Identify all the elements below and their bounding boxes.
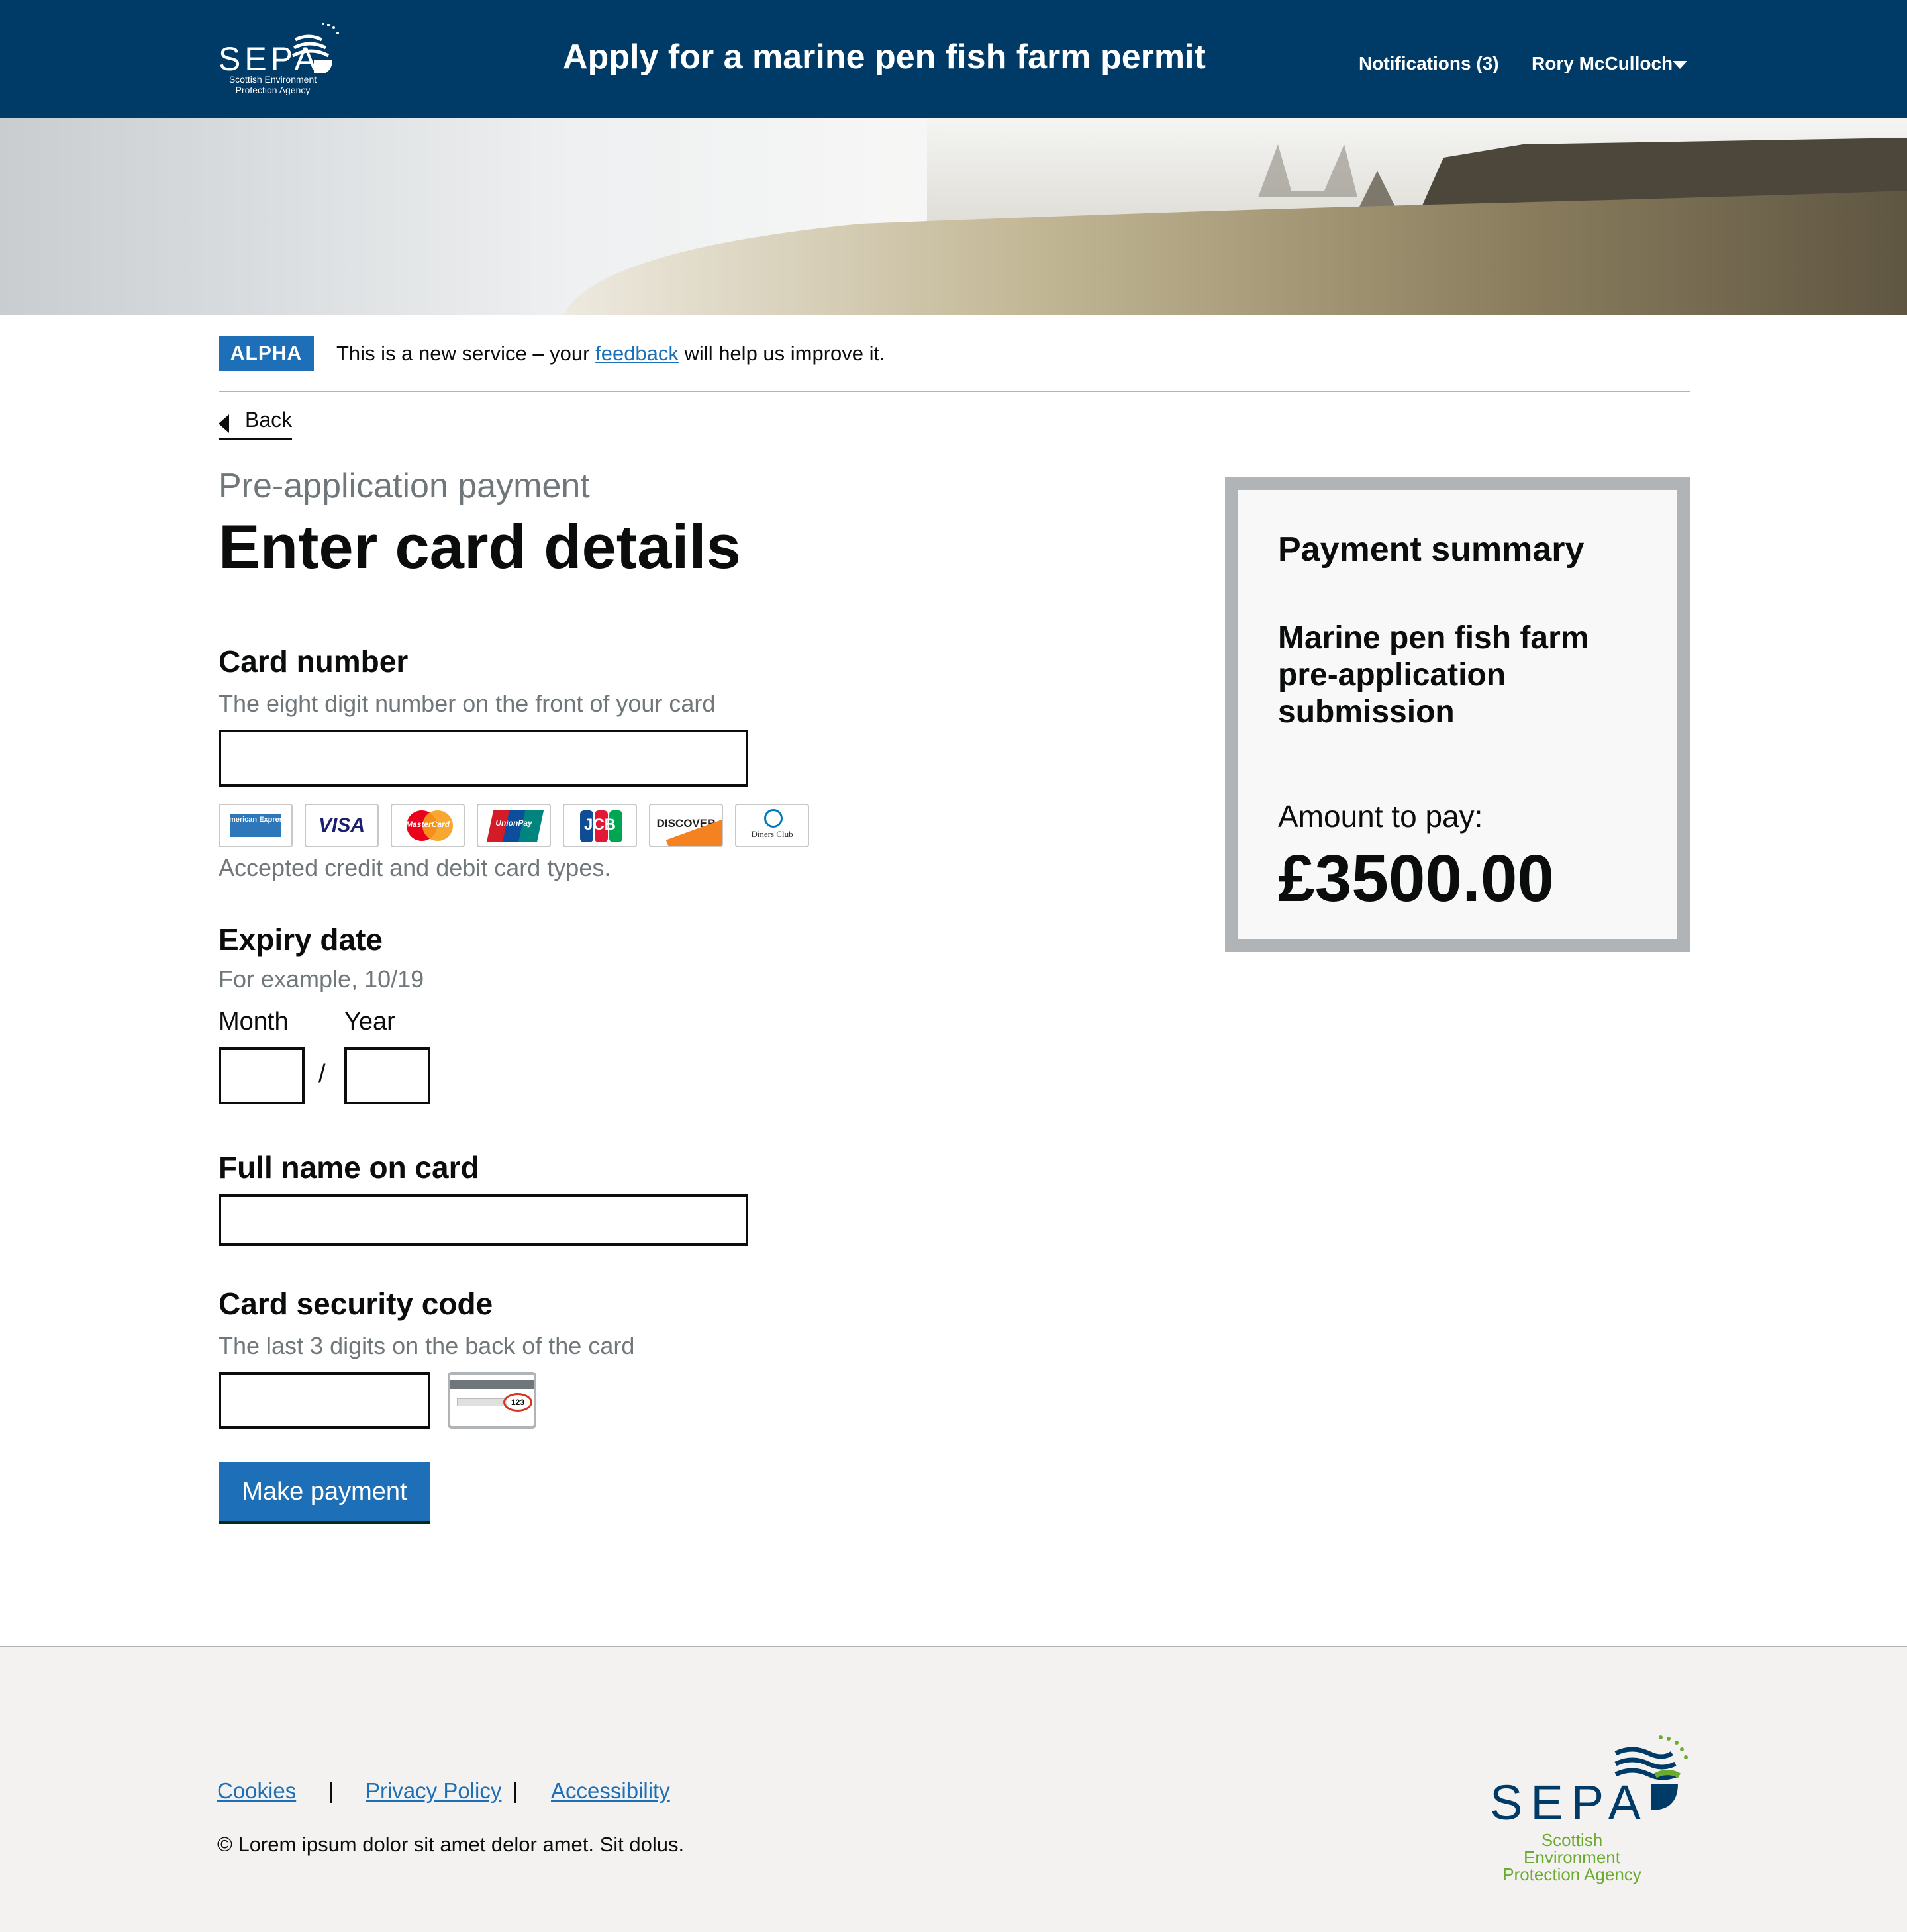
page-caption: Pre-application payment xyxy=(219,467,590,505)
expiry-date-hint: For example, 10/19 xyxy=(219,965,424,992)
footer-logo-wordmark: SEPA xyxy=(1490,1775,1649,1830)
cvv-example: 123 xyxy=(503,1393,532,1412)
security-code-label: Card security code xyxy=(219,1286,493,1321)
card-number-label: Card number xyxy=(219,644,409,679)
amount-to-pay-value: £3500.00 xyxy=(1278,842,1555,916)
payment-summary-panel: Payment summary Marine pen fish farm pre… xyxy=(1225,477,1690,952)
payment-summary-title: Payment summary xyxy=(1278,530,1585,569)
footer-sepa-logo[interactable]: SEPA Scottish Environment Protection Age… xyxy=(1490,1733,1688,1883)
card-signature-strip xyxy=(457,1398,507,1406)
expiry-year-input[interactable] xyxy=(344,1047,430,1104)
sepa-logo[interactable]: SEPA Scottish Environment Protection Age… xyxy=(219,20,344,98)
phase-banner: ALPHA This is a new service – your feedb… xyxy=(219,336,1690,392)
expiry-month-label: Month xyxy=(219,1008,289,1036)
footer-link-privacy-policy[interactable]: Privacy Policy xyxy=(366,1778,501,1804)
back-link-label: Back xyxy=(245,408,293,432)
phase-tag: ALPHA xyxy=(219,336,314,371)
footer-separator: | xyxy=(513,1778,518,1803)
footer-link-cookies[interactable]: Cookies xyxy=(217,1778,296,1804)
footer-link-accessibility[interactable]: Accessibility xyxy=(551,1778,670,1804)
card-back-icon: 123 xyxy=(448,1372,536,1429)
mastercard-icon: MasterCard xyxy=(391,804,465,847)
phase-text-after: will help us improve it. xyxy=(678,342,885,365)
footer-logo-subtitle-line1: Scottish Environment xyxy=(1524,1830,1620,1867)
back-arrow-icon xyxy=(219,414,229,433)
diners-club-card-icon: Diners Club xyxy=(735,804,809,847)
amex-card-icon: American Express xyxy=(219,804,293,847)
card-number-hint: The eight digit number on the front of y… xyxy=(219,690,716,717)
page-title: Enter card details xyxy=(219,512,741,581)
expiry-date-label: Expiry date xyxy=(219,922,383,957)
logo-wordmark: SEPA xyxy=(219,40,320,77)
chevron-down-icon[interactable] xyxy=(1673,61,1687,69)
back-link[interactable]: Back xyxy=(219,408,293,440)
site-header: SEPA Scottish Environment Protection Age… xyxy=(0,0,1907,118)
phase-banner-text: This is a new service – your feedback wi… xyxy=(336,342,885,365)
logo-subtitle-line1: Scottish Environment xyxy=(228,74,317,85)
full-name-input[interactable] xyxy=(219,1194,748,1246)
card-magnetic-stripe xyxy=(450,1380,534,1389)
card-types-hint: Accepted credit and debit card types. xyxy=(219,854,611,881)
logo-subtitle: Scottish Environment Protection Agency xyxy=(220,74,326,95)
footer-logo-subtitle-line2: Protection Agency xyxy=(1502,1864,1641,1884)
make-payment-button[interactable]: Make payment xyxy=(219,1462,430,1521)
notifications-link[interactable]: Notifications (3) xyxy=(1359,53,1499,74)
discover-card-icon: DISCOVER xyxy=(649,804,723,847)
phase-text-before: This is a new service – your xyxy=(336,342,596,365)
expiry-month-input[interactable] xyxy=(219,1047,305,1104)
coastline-illustration xyxy=(0,118,1907,315)
site-footer: Cookies | Privacy Policy | Accessibility… xyxy=(0,1646,1907,1932)
card-number-input[interactable] xyxy=(219,730,748,787)
logo-subtitle-line2: Protection Agency xyxy=(235,85,311,95)
expiry-separator: / xyxy=(318,1060,326,1088)
unionpay-card-icon: UnionPay xyxy=(477,804,551,847)
visa-card-icon: VISA xyxy=(305,804,379,847)
jcb-card-icon: JCB xyxy=(563,804,637,847)
feedback-link[interactable]: feedback xyxy=(595,342,679,365)
footer-separator: | xyxy=(328,1778,334,1803)
service-title[interactable]: Apply for a marine pen fish farm permit xyxy=(563,37,1206,77)
full-name-label: Full name on card xyxy=(219,1150,479,1184)
security-code-hint: The last 3 digits on the back of the car… xyxy=(219,1332,635,1359)
expiry-year-label: Year xyxy=(344,1008,395,1036)
user-menu[interactable]: Rory McCulloch xyxy=(1532,53,1673,74)
footer-copyright: © Lorem ipsum dolor sit amet delor amet.… xyxy=(217,1833,685,1856)
footer-logo-subtitle: Scottish Environment Protection Agency xyxy=(1492,1831,1651,1883)
security-code-input[interactable] xyxy=(219,1372,430,1429)
hero-coastline-image xyxy=(0,118,1907,315)
payment-summary-item: Marine pen fish farm pre-application sub… xyxy=(1278,620,1589,730)
amount-to-pay-label: Amount to pay: xyxy=(1278,799,1483,834)
